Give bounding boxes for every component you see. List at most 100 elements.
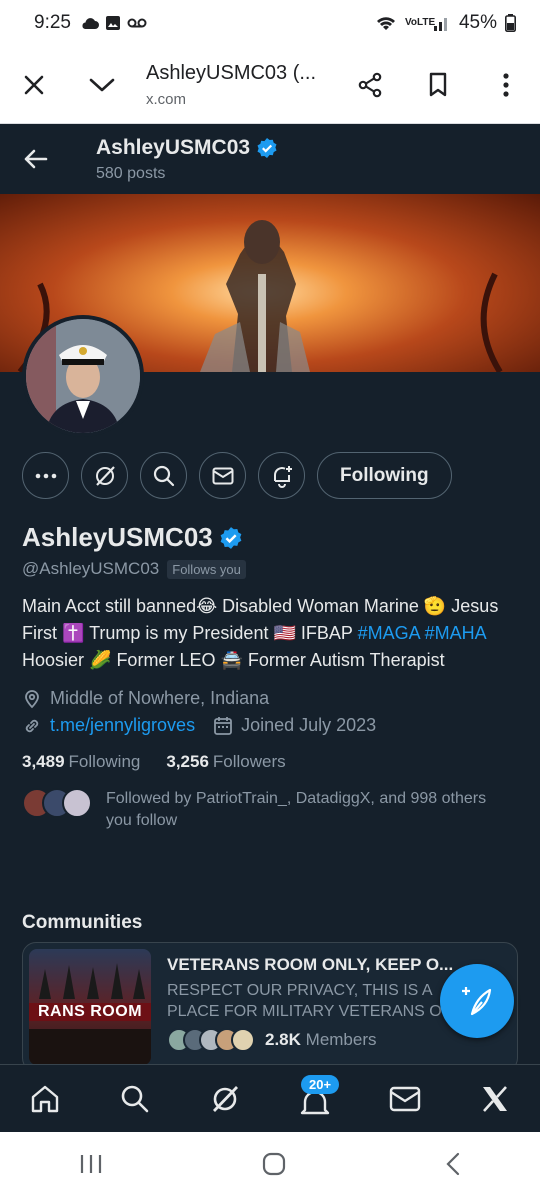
profile-header-bar: AshleyUSMC03 580 posts <box>0 124 540 194</box>
nav-notifications[interactable]: 20+ <box>285 1069 345 1129</box>
link-icon <box>25 719 39 732</box>
location: Middle of Nowhere, Indiana <box>50 688 270 708</box>
members-count: 2.8K <box>265 1030 301 1049</box>
network-type-label: VoLTE <box>404 17 436 28</box>
followed-by-row[interactable]: Followed by PatriotTrain_, DatadiggX, an… <box>22 788 522 832</box>
grok-icon <box>95 465 115 486</box>
members-label: Members <box>305 1030 377 1049</box>
minimize-button[interactable] <box>68 51 136 119</box>
status-time: 9:25 <box>34 12 71 33</box>
followed-by-text: Followed by PatriotTrain_, DatadiggX, an… <box>96 788 486 832</box>
hashtag-maga[interactable]: #MAGA <box>358 623 420 643</box>
grok-button[interactable] <box>81 452 128 499</box>
notify-button[interactable] <box>258 452 305 499</box>
followed-by-avatars <box>22 788 92 832</box>
bottom-navigation: 20+ <box>0 1064 540 1132</box>
home-circle-icon <box>262 1152 286 1175</box>
profile-page: AshleyUSMC03 580 posts Following AshleyU… <box>0 124 540 1064</box>
mail-icon <box>389 1086 421 1111</box>
hashtag-maha[interactable]: #MAHA <box>425 623 486 643</box>
member-avatars <box>167 1028 255 1052</box>
bio: Main Acct still banned😂 Disabled Woman M… <box>22 593 522 674</box>
wifi-icon <box>376 17 395 30</box>
handle-row: @AshleyUSMC03 Follows you <box>22 559 522 579</box>
back-arrow-icon[interactable] <box>22 146 48 172</box>
location-row: Middle of Nowhere, Indiana <box>22 688 522 709</box>
profile-info: AshleyUSMC03 @AshleyUSMC03 Follows you M… <box>22 522 522 832</box>
display-name-row: AshleyUSMC03 <box>22 522 522 553</box>
search-icon <box>121 1085 149 1112</box>
url-box[interactable]: AshleyUSMC03 (... x.com <box>136 62 336 108</box>
avatar-image <box>26 319 140 433</box>
home-icon <box>31 1085 59 1112</box>
followed-by-line1: Followed by PatriotTrain_, DatadiggX, an… <box>106 790 487 807</box>
recents-button[interactable] <box>79 1153 103 1180</box>
more-button[interactable] <box>22 452 69 499</box>
follows-you-badge: Follows you <box>167 559 246 579</box>
following-button[interactable]: Following <box>317 452 452 499</box>
page-title: AshleyUSMC03 (... <box>146 61 317 84</box>
compose-post-button[interactable] <box>440 964 514 1038</box>
community-image: RANS ROOM <box>29 949 151 1064</box>
bookmark-icon <box>429 72 447 96</box>
header-name: AshleyUSMC03 <box>96 135 251 159</box>
profile-actions: Following <box>22 452 452 499</box>
mail-icon <box>212 467 233 484</box>
community-image-label: RANS ROOM <box>29 1003 151 1021</box>
image-icon <box>105 16 120 30</box>
header-name-row: AshleyUSMC03 <box>96 136 278 160</box>
following-count-link[interactable]: 3,489 Following <box>22 752 140 772</box>
nav-x[interactable] <box>465 1069 525 1129</box>
battery-percent: 45% <box>458 12 497 33</box>
profile-avatar[interactable] <box>22 315 144 437</box>
page-domain: x.com <box>146 90 187 108</box>
following-count: 3,489 <box>22 752 65 771</box>
back-chevron-icon <box>446 1152 459 1175</box>
more-horizontal-icon <box>35 473 56 478</box>
battery-icon <box>505 14 516 32</box>
nav-grok[interactable] <box>195 1069 255 1129</box>
cloud-icon <box>82 18 99 29</box>
nav-messages[interactable] <box>375 1069 435 1129</box>
avatar <box>62 788 92 818</box>
search-profile-button[interactable] <box>140 452 187 499</box>
bookmark-button[interactable] <box>404 51 472 119</box>
avatar <box>231 1028 255 1052</box>
bell-plus-icon <box>273 465 292 488</box>
message-button[interactable] <box>199 452 246 499</box>
follow-counts: 3,489 Following 3,256 Followers <box>22 752 522 772</box>
website-link[interactable]: t.me/jennyligroves <box>50 715 195 736</box>
display-name: AshleyUSMC03 <box>22 522 213 552</box>
feather-plus-icon <box>462 987 492 1016</box>
voicemail-icon <box>127 18 147 28</box>
followers-label: Followers <box>212 752 286 771</box>
share-icon <box>358 72 382 97</box>
notification-badge: 20+ <box>301 1074 340 1094</box>
share-button[interactable] <box>336 51 404 119</box>
followed-by-line2: you follow <box>106 812 178 829</box>
handle: @AshleyUSMC03 <box>22 559 160 578</box>
nav-search[interactable] <box>105 1069 165 1129</box>
post-count: 580 posts <box>96 164 166 182</box>
chevron-down-icon <box>89 78 115 91</box>
followers-count-link[interactable]: 3,256 Followers <box>166 752 285 772</box>
recents-icon <box>81 1154 102 1173</box>
close-tab-button[interactable] <box>0 51 68 119</box>
search-icon <box>153 465 174 486</box>
bio-text-end: Hoosier 🌽 Former LEO 🚔 Former Autism The… <box>22 650 445 670</box>
nav-home[interactable] <box>15 1069 75 1129</box>
link-row: t.me/jennyligroves Joined July 2023 <box>22 715 522 736</box>
back-button[interactable] <box>445 1152 461 1181</box>
communities-heading: Communities <box>22 912 143 933</box>
verified-badge-icon <box>220 526 242 549</box>
x-logo-icon <box>483 1085 507 1112</box>
verified-badge-icon <box>257 137 277 158</box>
followers-count: 3,256 <box>166 752 209 771</box>
more-vert-icon <box>503 72 509 97</box>
browser-toolbar: AshleyUSMC03 (... x.com <box>0 46 540 124</box>
grok-icon <box>212 1085 239 1112</box>
signal-icon <box>433 18 447 31</box>
system-navigation <box>0 1132 540 1200</box>
home-button[interactable] <box>262 1152 286 1181</box>
more-options-button[interactable] <box>472 51 540 119</box>
